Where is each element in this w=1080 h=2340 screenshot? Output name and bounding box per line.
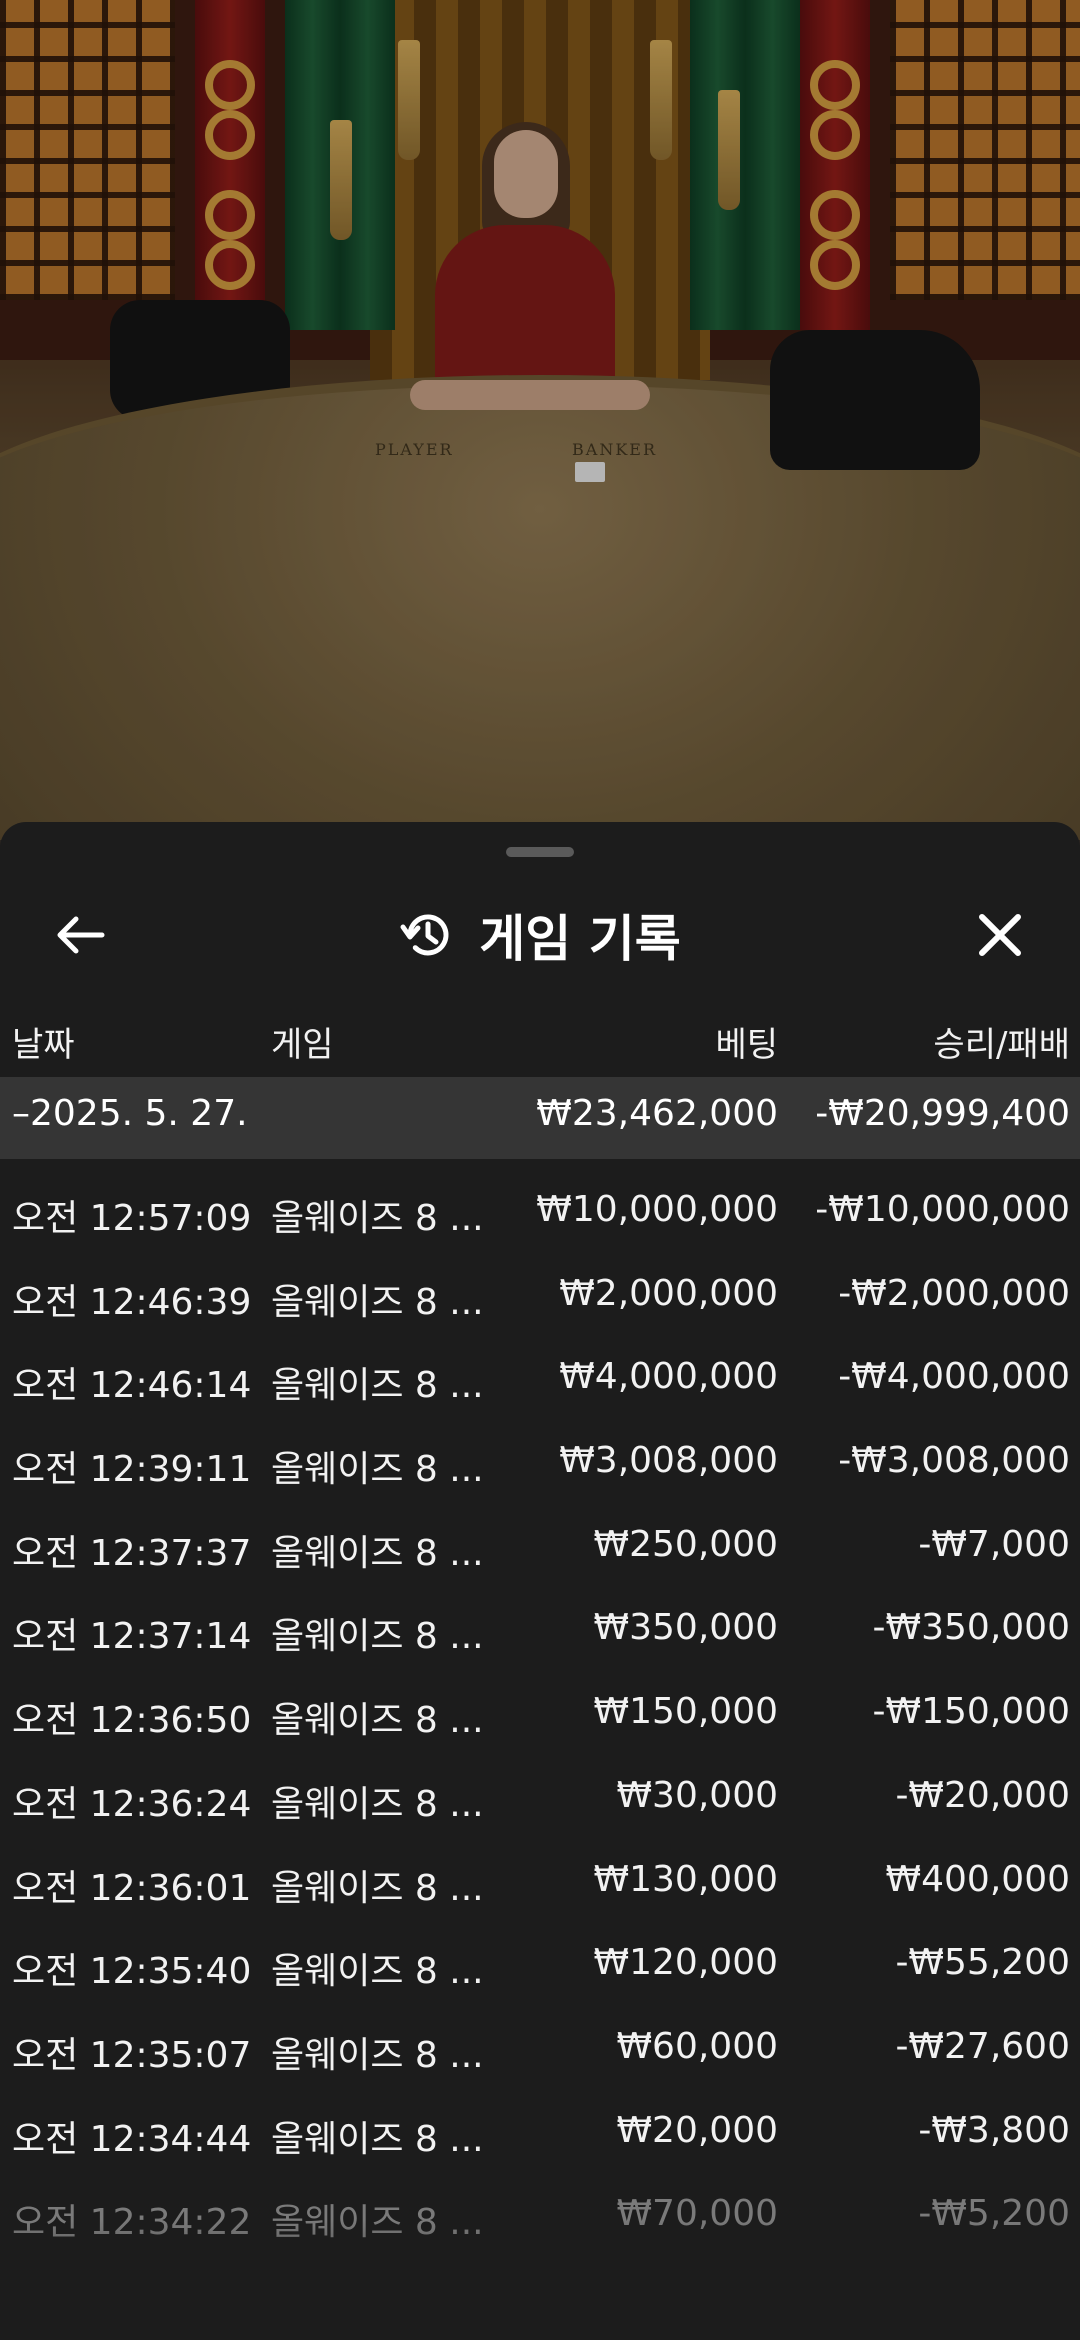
game-history-sheet: 게임 기록 날짜 게임 베팅 승리/패배 –2025. 5. 27. ₩23,4… bbox=[0, 822, 1080, 2340]
row-time: 오전 12:36:01 bbox=[12, 1867, 252, 1909]
row-bet: ₩10,000,000 bbox=[536, 1189, 778, 1230]
row-game: 올웨이즈 8 ... bbox=[271, 2118, 484, 2160]
table-row[interactable]: 오전 12:46:39 올웨이즈 8 ... ₩2,000,000 -₩2,000,0… bbox=[0, 1269, 1080, 1353]
column-header-date: 날짜 bbox=[12, 1025, 75, 1065]
row-time: 오전 12:35:07 bbox=[12, 2034, 252, 2076]
summary-bet: ₩23,462,000 bbox=[536, 1093, 778, 1134]
row-time: 오전 12:36:50 bbox=[12, 1700, 252, 1742]
row-bet: ₩130,000 bbox=[593, 1858, 778, 1900]
row-time: 오전 12:57:09 bbox=[12, 1198, 252, 1239]
date-summary-row[interactable]: –2025. 5. 27. ₩23,462,000 -₩20,999,400 bbox=[0, 1077, 1080, 1159]
row-time: 오전 12:39:11 bbox=[12, 1449, 252, 1491]
row-game: 올웨이즈 8 ... bbox=[271, 1700, 484, 1742]
row-game: 올웨이즈 8 ... bbox=[271, 1867, 484, 1909]
table-row[interactable]: 오전 12:36:24 올웨이즈 8 ... ₩30,000 -₩20,000 bbox=[0, 1771, 1080, 1855]
column-header-bet: 베팅 bbox=[715, 1025, 778, 1065]
table-row[interactable]: 오전 12:37:14 올웨이즈 8 ... ₩350,000 -₩350,000 bbox=[0, 1603, 1080, 1687]
history-icon bbox=[399, 906, 457, 964]
summary-result: -₩20,999,400 bbox=[815, 1093, 1070, 1134]
row-time: 오전 12:46:39 bbox=[12, 1281, 252, 1323]
table-row[interactable]: 오전 12:57:09 올웨이즈 8 ... ₩10,000,000 -₩10,000… bbox=[0, 1185, 1080, 1269]
row-bet: ₩4,000,000 bbox=[559, 1356, 778, 1398]
row-result: -₩4,000,000 bbox=[838, 1356, 1070, 1398]
row-game: 올웨이즈 8 ... bbox=[271, 2034, 484, 2076]
row-time: 오전 12:37:14 bbox=[12, 1616, 252, 1658]
row-bet: ₩150,000 bbox=[593, 1691, 778, 1733]
header-bar: 게임 기록 bbox=[0, 880, 1080, 990]
row-time: 오전 12:37:37 bbox=[12, 1532, 252, 1574]
row-game: 올웨이즈 8 ... bbox=[271, 1616, 484, 1658]
row-bet: ₩20,000 bbox=[616, 2109, 778, 2151]
table-row[interactable]: 오전 12:37:37 올웨이즈 8 ... ₩250,000 -₩7,000 bbox=[0, 1520, 1080, 1604]
table-row[interactable]: 오전 12:35:07 올웨이즈 8 ... ₩60,000 -₩27,600 bbox=[0, 2022, 1080, 2106]
row-result: -₩55,200 bbox=[895, 1942, 1070, 1984]
table-row[interactable]: 오전 12:36:01 올웨이즈 8 ... ₩130,000 ₩400,000 bbox=[0, 1855, 1080, 1939]
column-header-result: 승리/패배 bbox=[933, 1025, 1070, 1065]
close-icon bbox=[979, 914, 1021, 956]
close-button[interactable] bbox=[960, 902, 1040, 968]
row-result: -₩150,000 bbox=[872, 1691, 1070, 1733]
table-row[interactable]: 오전 12:39:11 올웨이즈 8 ... ₩3,008,000 -₩3,008,0… bbox=[0, 1436, 1080, 1520]
table-row[interactable]: 오전 12:34:44 올웨이즈 8 ... ₩20,000 -₩3,800 bbox=[0, 2106, 1080, 2190]
row-result: -₩27,600 bbox=[895, 2025, 1070, 2067]
summary-date: –2025. 5. 27. bbox=[12, 1093, 248, 1134]
row-game: 올웨이즈 8 ... bbox=[271, 1951, 484, 1993]
history-list: 오전 12:57:09 올웨이즈 8 ... ₩10,000,000 -₩10,000… bbox=[0, 1185, 1080, 2273]
row-time: 오전 12:34:44 bbox=[12, 2118, 252, 2160]
row-time: 오전 12:35:40 bbox=[12, 1951, 252, 1993]
row-result: -₩7,000 bbox=[918, 1523, 1070, 1565]
table-row[interactable]: 오전 12:35:40 올웨이즈 8 ... ₩120,000 -₩55,200 bbox=[0, 1938, 1080, 2022]
row-bet: ₩120,000 bbox=[593, 1942, 778, 1984]
title-group: 게임 기록 bbox=[0, 900, 1080, 970]
row-bet: ₩30,000 bbox=[616, 1774, 778, 1816]
row-result: -₩20,000 bbox=[895, 1774, 1070, 1816]
live-dealer-video: PLAYER BANKER bbox=[0, 0, 1080, 840]
row-time: 오전 12:46:14 bbox=[12, 1365, 252, 1407]
sheet-drag-handle[interactable] bbox=[506, 847, 574, 857]
row-game: 올웨이즈 8 ... bbox=[271, 1365, 484, 1407]
row-time: 오전 12:36:24 bbox=[12, 1783, 252, 1825]
row-result: -₩3,008,000 bbox=[838, 1440, 1070, 1482]
row-bet: ₩3,008,000 bbox=[559, 1440, 778, 1482]
row-game: 올웨이즈 8 ... bbox=[271, 1449, 484, 1491]
row-result: -₩10,000,000 bbox=[815, 1189, 1070, 1230]
list-fade-overlay bbox=[0, 2220, 1080, 2340]
column-header-game: 게임 bbox=[271, 1025, 334, 1065]
row-result: ₩400,000 bbox=[885, 1858, 1070, 1900]
table-row[interactable]: 오전 12:36:50 올웨이즈 8 ... ₩150,000 -₩150,000 bbox=[0, 1687, 1080, 1771]
row-result: -₩350,000 bbox=[872, 1607, 1070, 1649]
row-bet: ₩2,000,000 bbox=[559, 1272, 778, 1314]
row-game: 올웨이즈 8 ... bbox=[271, 1532, 484, 1574]
table-header: 날짜 게임 베팅 승리/패배 bbox=[0, 997, 1080, 1077]
row-bet: ₩350,000 bbox=[593, 1607, 778, 1649]
row-bet: ₩250,000 bbox=[593, 1523, 778, 1565]
row-game: 올웨이즈 8 ... bbox=[271, 1281, 484, 1323]
row-game: 올웨이즈 8 ... bbox=[271, 1783, 484, 1825]
page-title: 게임 기록 bbox=[479, 910, 681, 968]
row-result: -₩2,000,000 bbox=[838, 1272, 1070, 1314]
row-game: 올웨이즈 8 ... bbox=[271, 1198, 484, 1239]
table-row[interactable]: 오전 12:46:14 올웨이즈 8 ... ₩4,000,000 -₩4,000,0… bbox=[0, 1352, 1080, 1436]
row-bet: ₩60,000 bbox=[616, 2025, 778, 2067]
row-result: -₩3,800 bbox=[918, 2109, 1070, 2151]
